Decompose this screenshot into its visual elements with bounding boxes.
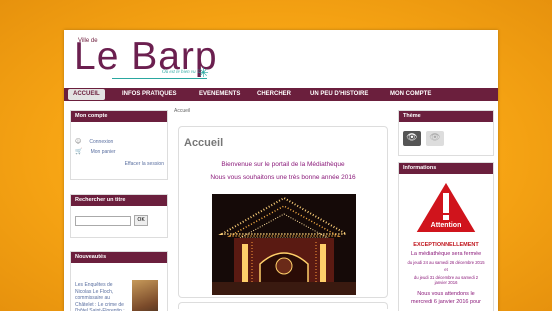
await-line-1: Nous vous attendons le — [417, 291, 475, 297]
theme-box: Thème 👁 👁 — [398, 110, 494, 156]
information-box: Informations Attention EXCEPTIONNELLEMEN… — [398, 162, 494, 311]
news-item-text[interactable]: Les Enquêtes de Nicolas Le Floch, commis… — [75, 282, 129, 311]
information-box-title: Informations — [399, 163, 493, 174]
search-input[interactable] — [75, 216, 131, 226]
breadcrumb[interactable]: Accueil — [174, 108, 190, 114]
nav-item-infos-pratiques[interactable]: INFOS PRATIQUES — [122, 88, 177, 101]
exceptionally-text: EXCEPTIONNELLEMENT — [413, 242, 479, 248]
panier-row: 🛒 Mon panier — [75, 138, 116, 157]
cart-icon: 🛒 — [75, 148, 83, 155]
welcome-line-2: Nous vous souhaitons une très bonne anné… — [210, 174, 356, 181]
closed-text: La médiathèque sera fermée — [410, 251, 482, 257]
theme-light-eye-icon[interactable]: 👁 — [426, 131, 444, 146]
search-ok-button[interactable]: OK — [134, 215, 148, 226]
site-header: Ville de Le Barp Où est le bien vu ? ✳ — [64, 30, 498, 86]
nav-item-chercher[interactable]: CHERCHER — [257, 88, 291, 101]
main-nav: ACCUEIL INFOS PRATIQUES EVENEMENTS CHERC… — [64, 88, 498, 101]
next-panel — [178, 302, 388, 309]
browser-page: Ville de Le Barp Où est le bien vu ? ✳ A… — [64, 30, 498, 311]
panier-link[interactable]: Mon panier — [91, 149, 116, 155]
news-box: Nouveautés Les Enquêtes de Nicolas Le Fl… — [70, 251, 168, 311]
arch-illustration — [212, 194, 356, 295]
welcome-line-1: Bienvenue sur le portail de la Médiathèq… — [221, 161, 345, 168]
page-title: Accueil — [184, 137, 224, 149]
et-text: et — [444, 267, 448, 272]
logo-tagline: Où est le bien vu ? — [162, 70, 200, 75]
account-box: Mon compte ☺ Connexion 🛒 Mon panier Effa… — [70, 110, 168, 180]
dates-2-text: du jeudi 31 décembre au samedi 2 janvier… — [413, 275, 479, 285]
search-box-title: Rechercher un titre — [71, 195, 167, 206]
nav-item-mon-compte[interactable]: MON COMPTE — [390, 88, 431, 101]
account-box-title: Mon compte — [71, 111, 167, 122]
logo-star-icon: ✳ — [198, 66, 209, 81]
welcome-panel: Accueil Bienvenue sur le portail de la M… — [178, 126, 388, 298]
theme-box-title: Thème — [399, 111, 493, 122]
book-cover-image[interactable] — [132, 280, 158, 311]
await-line-2: mercredi 6 janvier 2016 pour — [410, 299, 481, 305]
dates-1-text: du jeudi 24 au samedi 26 décembre 2015 — [407, 260, 485, 265]
illuminated-arch-photo — [212, 194, 356, 295]
attention-label: Attention — [430, 222, 462, 229]
search-box: Rechercher un titre OK — [70, 194, 168, 238]
logo-underline — [112, 78, 207, 79]
news-box-title: Nouveautés — [71, 252, 167, 263]
theme-dark-eye-icon[interactable]: 👁 — [403, 131, 421, 146]
nav-item-evenements[interactable]: EVENEMENTS — [199, 88, 240, 101]
clear-session-link[interactable]: Effacer la session — [125, 161, 164, 167]
nav-item-accueil[interactable]: ACCUEIL — [68, 89, 105, 100]
nav-item-histoire[interactable]: UN PEU D'HISTOIRE — [310, 88, 368, 101]
